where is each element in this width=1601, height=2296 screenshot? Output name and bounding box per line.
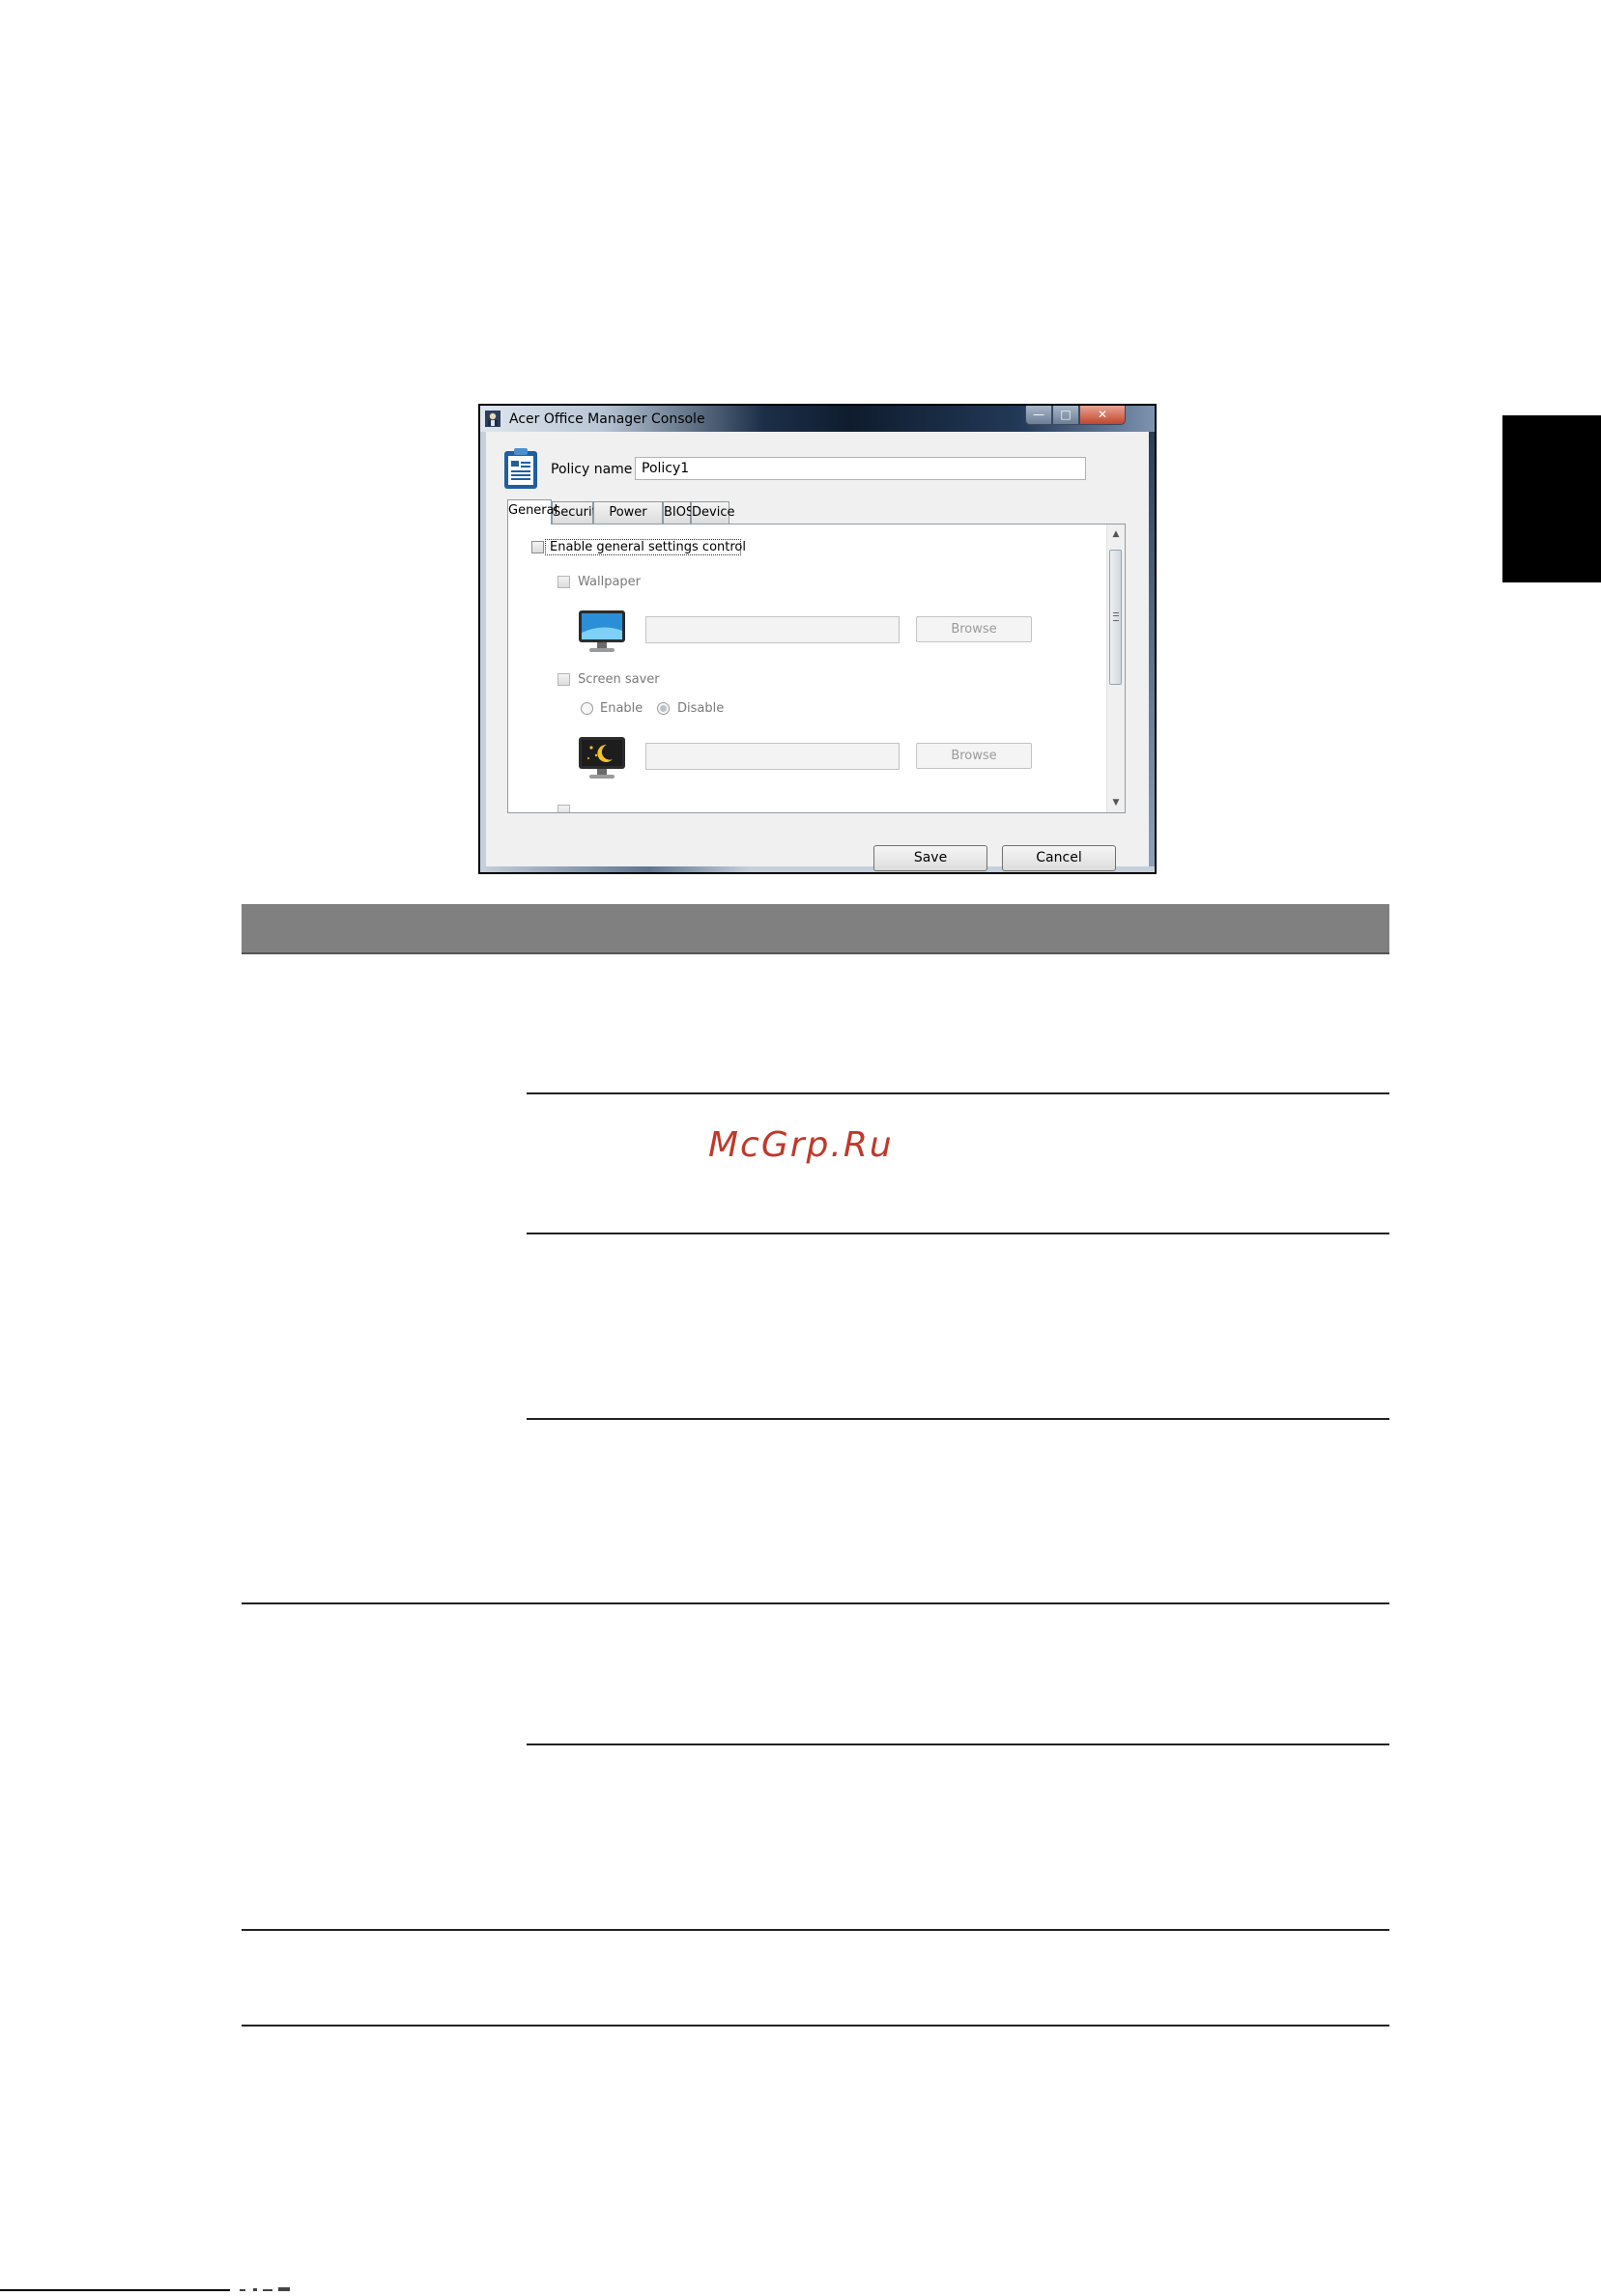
clipboard-document-icon (504, 448, 537, 489)
window-frame-right (1149, 432, 1155, 872)
policy-name-input[interactable] (635, 457, 1086, 480)
monitor-screensaver-icon (579, 737, 625, 779)
table-row-divider (527, 1233, 1389, 1234)
table-bottom-border (242, 2025, 1389, 2027)
screen-saver-checkbox[interactable] (557, 673, 570, 686)
table-row-divider (527, 1418, 1389, 1420)
screen-saver-browse-button[interactable]: Browse (916, 743, 1032, 769)
next-option-checkbox[interactable] (557, 805, 570, 812)
tab-general[interactable]: General (507, 499, 557, 524)
screen-saver-disable-radio[interactable] (657, 702, 670, 715)
table-row-divider (527, 1092, 1389, 1094)
cancel-button[interactable]: Cancel (1002, 845, 1116, 871)
footer-rule (0, 2289, 230, 2291)
table-header-bar (242, 904, 1389, 954)
acer-app-icon (485, 411, 500, 427)
monitor-wallpaper-icon (579, 610, 625, 652)
policy-name-label: Policy name (551, 462, 633, 477)
wallpaper-label: Wallpaper (578, 575, 642, 589)
screen-saver-disable-label: Disable (677, 701, 725, 716)
screen-saver-label: Screen saver (578, 672, 660, 687)
wallpaper-checkbox[interactable] (557, 576, 570, 588)
watermark-text: McGrp.Ru (708, 1125, 894, 1165)
minimize-button[interactable]: — (1025, 406, 1052, 425)
tab-power-options[interactable]: Power options (593, 501, 663, 540)
wallpaper-browse-button[interactable]: Browse (916, 616, 1032, 642)
save-button[interactable]: Save (873, 845, 987, 871)
tab-bios[interactable]: BIOS (663, 501, 694, 524)
screen-saver-enable-radio[interactable] (581, 702, 593, 715)
scrollbar-thumb[interactable] (1109, 550, 1122, 685)
enable-general-settings-checkbox[interactable] (531, 541, 544, 553)
chapter-tab-marker (1502, 415, 1601, 582)
table-section-divider (242, 1602, 1389, 1604)
maximize-button[interactable]: □ (1052, 406, 1079, 425)
scroll-up-arrow-icon[interactable]: ▲ (1107, 526, 1125, 542)
enable-general-settings-label: Enable general settings control (550, 540, 746, 554)
window-title: Acer Office Manager Console (509, 411, 705, 427)
table-row-divider (527, 1743, 1389, 1745)
vertical-scrollbar[interactable]: ▲ ▼ (1106, 524, 1125, 812)
tab-device[interactable]: Device (691, 501, 734, 524)
tab-security[interactable]: Security (552, 501, 604, 524)
screen-saver-enable-label: Enable (600, 701, 643, 716)
dialog-client-area: Policy name General Security Power optio… (486, 432, 1149, 871)
scroll-down-arrow-icon[interactable]: ▼ (1107, 795, 1125, 810)
footer-mark-icon (240, 2287, 290, 2291)
title-bar[interactable]: Acer Office Manager Console — □ ✕ (480, 406, 1155, 432)
table-section-divider (242, 1929, 1389, 1931)
acer-office-manager-dialog: Acer Office Manager Console — □ ✕ Policy… (478, 404, 1157, 874)
close-button[interactable]: ✕ (1079, 406, 1126, 425)
screen-saver-path-field[interactable] (645, 743, 900, 770)
grip-icon (1113, 612, 1119, 621)
general-tab-panel: Enable general settings control Wallpape… (507, 524, 1126, 813)
wallpaper-path-field[interactable] (645, 616, 900, 643)
